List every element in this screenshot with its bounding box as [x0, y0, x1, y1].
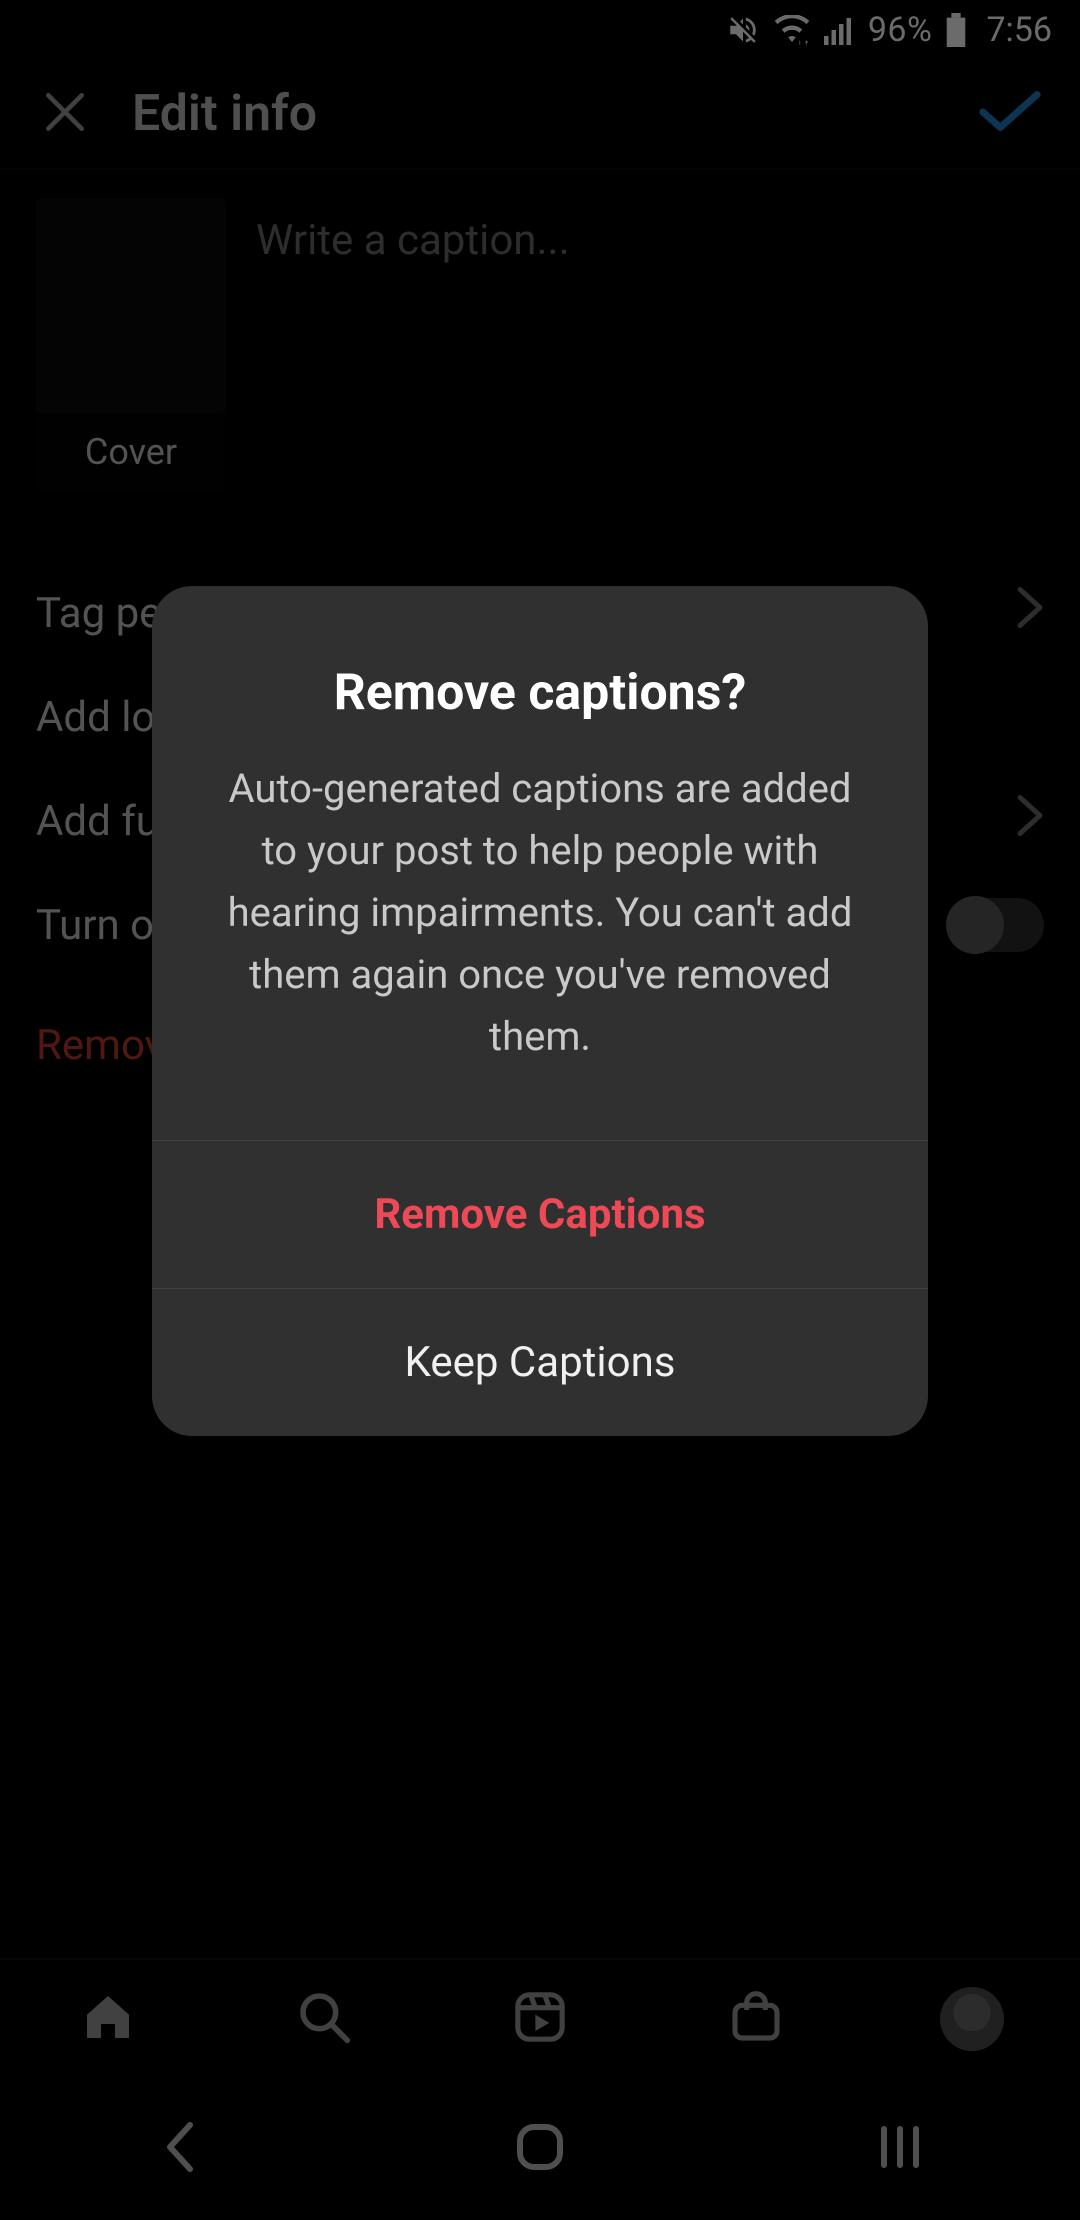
- remove-captions-dialog: Remove captions? Auto-generated captions…: [152, 586, 928, 1436]
- screen: ↓↑ 96% 7:56 Edit info Cover: [0, 0, 1080, 2220]
- dialog-remove-button[interactable]: Remove Captions: [152, 1140, 928, 1288]
- dialog-body: Auto-generated captions are added to you…: [152, 758, 928, 1140]
- dialog-keep-button[interactable]: Keep Captions: [152, 1288, 928, 1436]
- dialog-title: Remove captions?: [152, 586, 928, 758]
